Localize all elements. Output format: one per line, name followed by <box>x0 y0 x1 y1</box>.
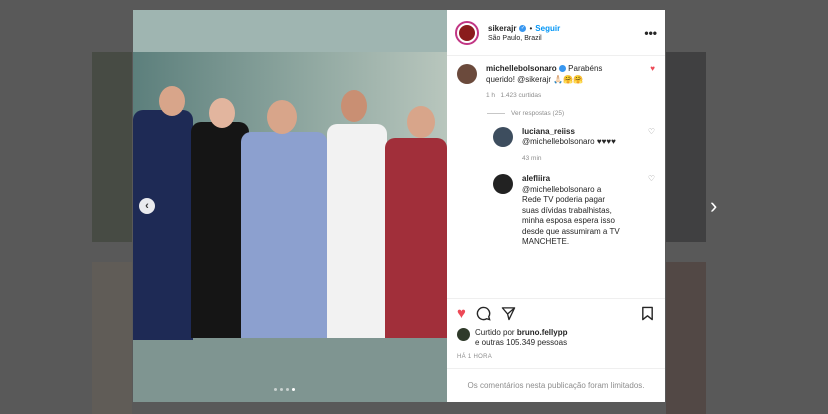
likes-count-text[interactable]: e outras 105.349 pessoas <box>475 338 567 347</box>
comments-limited-notice: Os comentários nesta publicação foram li… <box>447 368 665 403</box>
follow-button[interactable]: Seguir <box>535 24 560 33</box>
person-figure <box>133 110 193 340</box>
post-header: sikerajr ✓ • Seguir São Paulo, Brazil ••… <box>447 10 665 56</box>
comment-text: @michellebolsonaro a Rede TV poderia pag… <box>522 184 620 247</box>
verified-icon: ✓ <box>519 24 527 32</box>
author-username[interactable]: sikerajr <box>488 24 516 33</box>
heart-filled-icon[interactable]: ♥ <box>457 305 466 322</box>
carousel-prev-button[interactable]: ‹ <box>139 198 155 214</box>
next-post-arrow-icon[interactable]: › <box>710 195 717 217</box>
likes-summary[interactable]: Curtido por bruno.fellypp e outras 105.3… <box>457 328 567 348</box>
comment-avatar[interactable] <box>493 126 513 147</box>
view-replies-button[interactable]: Ver respostas (25) <box>487 110 655 117</box>
comment-like-heart-icon[interactable]: ♡ <box>648 174 655 183</box>
reply-item: luciana_reiiss @michellebolsonaro ♥♥♥♥ 4… <box>493 126 655 165</box>
author-avatar[interactable] <box>455 20 479 45</box>
post-modal: ‹ sikerajr ✓ • Seguir São Paulo, Brazil … <box>133 10 665 402</box>
liker-avatar[interactable] <box>457 328 470 341</box>
comment-likes[interactable]: 1.423 curtidas <box>500 92 541 99</box>
bookmark-icon[interactable] <box>640 306 655 321</box>
comment-time[interactable]: 1 h <box>486 92 495 99</box>
more-options-icon[interactable]: ••• <box>644 26 657 40</box>
comment-username[interactable]: michellebolsonaro <box>486 64 557 73</box>
comment-icon[interactable] <box>476 306 491 321</box>
carousel-dot-active <box>292 388 295 391</box>
verified-icon <box>558 65 566 73</box>
person-figure <box>385 138 447 338</box>
comment-avatar[interactable] <box>493 174 513 194</box>
carousel-dot <box>280 388 283 391</box>
carousel-dot <box>274 388 277 391</box>
view-replies-label: Ver respostas (25) <box>511 109 565 117</box>
comment-text: @michellebolsonaro ♥♥♥♥ <box>522 137 616 146</box>
comment-like-heart-icon[interactable]: ♥ <box>650 64 655 73</box>
comment-avatar[interactable] <box>457 64 477 84</box>
post-side-panel: sikerajr ✓ • Seguir São Paulo, Brazil ••… <box>447 10 665 402</box>
post-actions: ♥ <box>447 298 665 328</box>
post-photo: ‹ <box>133 10 447 402</box>
paper-plane-icon[interactable] <box>501 306 516 321</box>
comments-list: michellebolsonaro Parabéns querido! @sik… <box>447 56 665 296</box>
comment-like-heart-icon[interactable]: ♡ <box>648 127 655 136</box>
carousel-indicator <box>274 388 295 391</box>
comment-item: michellebolsonaro Parabéns querido! @sik… <box>457 64 655 102</box>
carousel-dot <box>286 388 289 391</box>
comment-username[interactable]: alefliira <box>522 174 550 183</box>
comment-username[interactable]: luciana_reiiss <box>522 127 575 136</box>
post-location[interactable]: São Paulo, Brazil <box>488 35 644 42</box>
post-timestamp[interactable]: HÁ 1 HORA <box>457 354 492 360</box>
person-figure <box>241 132 327 338</box>
person-figure <box>327 124 387 338</box>
reply-item: alefliira @michellebolsonaro a Rede TV p… <box>493 174 655 248</box>
liker-username[interactable]: bruno.fellypp <box>517 328 568 337</box>
comment-time[interactable]: 43 min <box>522 155 542 162</box>
